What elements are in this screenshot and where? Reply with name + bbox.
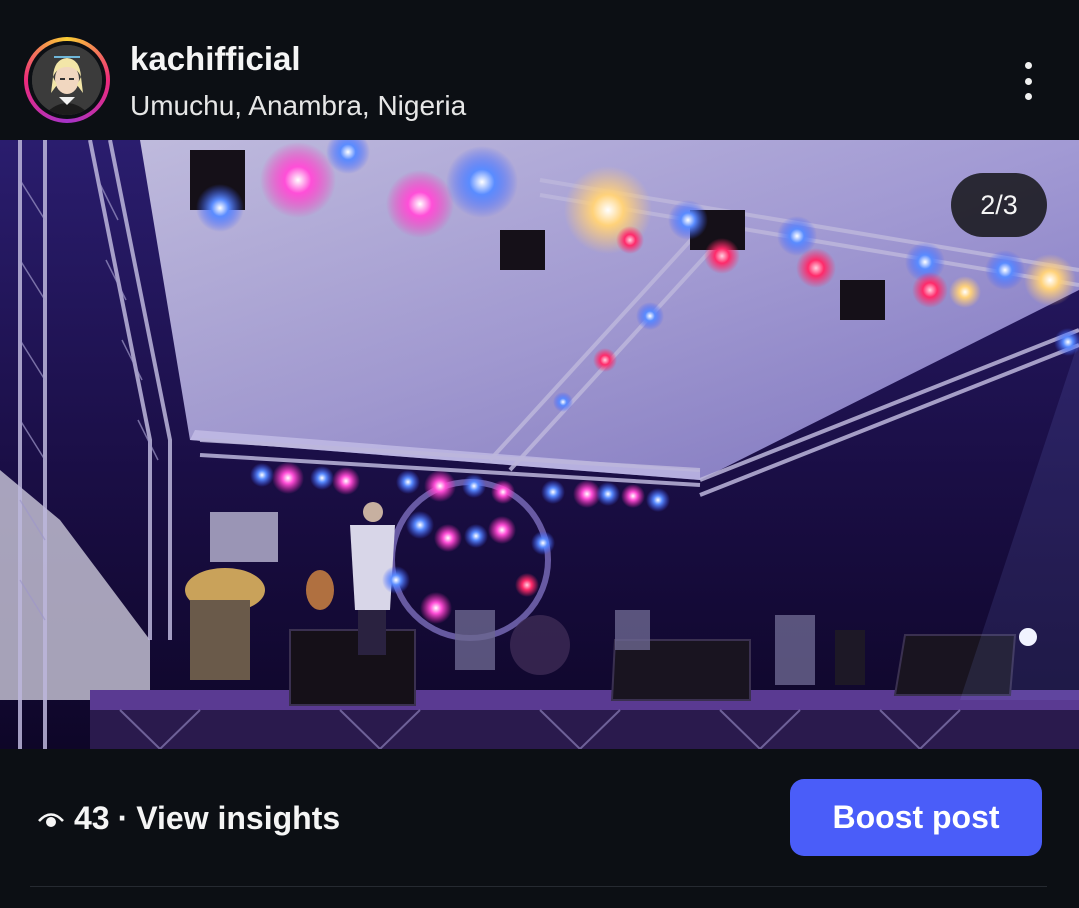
post-photo[interactable] bbox=[0, 140, 1079, 749]
eye-icon bbox=[38, 812, 64, 827]
media-counter: 2/3 bbox=[951, 173, 1047, 237]
post-header: kachifficial Umuchu, Anambra, Nigeria bbox=[0, 0, 1079, 140]
location-link[interactable]: Umuchu, Anambra, Nigeria bbox=[130, 90, 466, 122]
boost-post-button[interactable]: Boost post bbox=[790, 779, 1042, 856]
avatar-story-ring[interactable] bbox=[24, 37, 110, 123]
divider bbox=[30, 886, 1047, 887]
separator: · bbox=[117, 800, 129, 836]
view-count: 43 bbox=[74, 800, 110, 836]
username[interactable]: kachifficial bbox=[130, 40, 301, 78]
view-insights-link[interactable]: View insights bbox=[136, 800, 340, 837]
concert-stage-photo bbox=[0, 140, 1079, 749]
avatar-illustration-icon bbox=[32, 45, 102, 115]
avatar[interactable] bbox=[32, 45, 102, 115]
view-insights[interactable]: 43 · View insights bbox=[36, 800, 340, 837]
more-vertical-icon[interactable] bbox=[1008, 58, 1048, 104]
